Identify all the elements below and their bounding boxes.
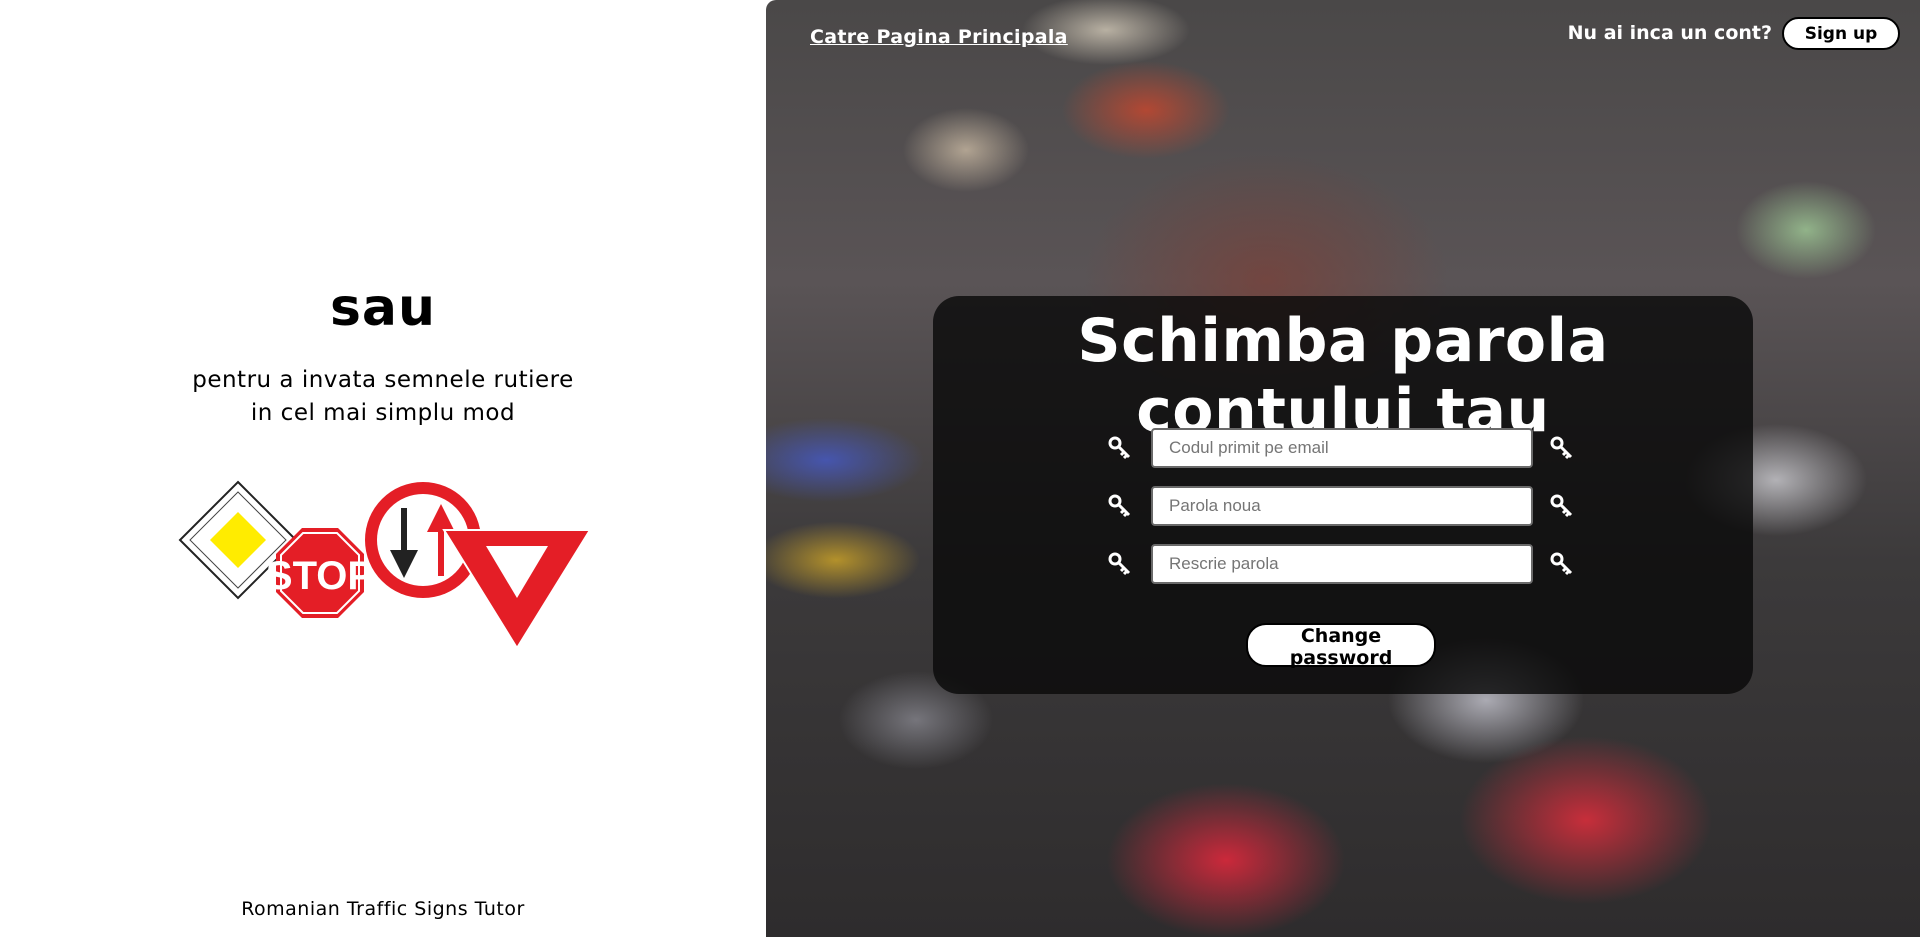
traffic-signs-illustration: STOP bbox=[178, 480, 592, 650]
tagline-line-1: pentru a invata semnele rutiere bbox=[192, 367, 574, 393]
confirm-password-input[interactable] bbox=[1151, 544, 1533, 584]
footer-title: Romanian Traffic Signs Tutor bbox=[241, 898, 525, 920]
stop-sign-text: STOP bbox=[266, 554, 374, 598]
key-icon bbox=[1550, 436, 1573, 460]
key-icon bbox=[1108, 552, 1131, 576]
change-password-button[interactable]: Change password bbox=[1246, 623, 1436, 669]
new-password-input[interactable] bbox=[1151, 486, 1533, 526]
tagline-line-2: in cel mai simplu mod bbox=[250, 400, 516, 426]
change-password-form: Schimba parola contului tau Codul primit… bbox=[933, 296, 1753, 694]
home-link[interactable]: Catre Pagina Principala bbox=[810, 26, 1068, 48]
email-code-row bbox=[933, 428, 1753, 468]
right-panel: Catre Pagina Principala Nu ai inca un co… bbox=[766, 0, 1920, 937]
tagline: pentru a invata semnele rutiere in cel m… bbox=[0, 364, 766, 430]
key-icon bbox=[1108, 494, 1131, 518]
key-icon bbox=[1550, 494, 1573, 518]
signup-button[interactable]: Sign up bbox=[1782, 17, 1900, 50]
signup-prompt: Nu ai inca un cont? bbox=[1567, 22, 1772, 44]
key-icon bbox=[1550, 552, 1573, 576]
email-code-input[interactable] bbox=[1151, 428, 1533, 468]
key-icon bbox=[1108, 436, 1131, 460]
confirm-password-row bbox=[933, 544, 1753, 584]
or-heading: sau bbox=[329, 278, 437, 338]
left-panel: sau pentru a invata semnele rutiere in c… bbox=[0, 0, 766, 937]
yield-sign-icon bbox=[442, 529, 592, 650]
new-password-row bbox=[933, 486, 1753, 526]
form-title: Schimba parola contului tau bbox=[1077, 306, 1609, 446]
